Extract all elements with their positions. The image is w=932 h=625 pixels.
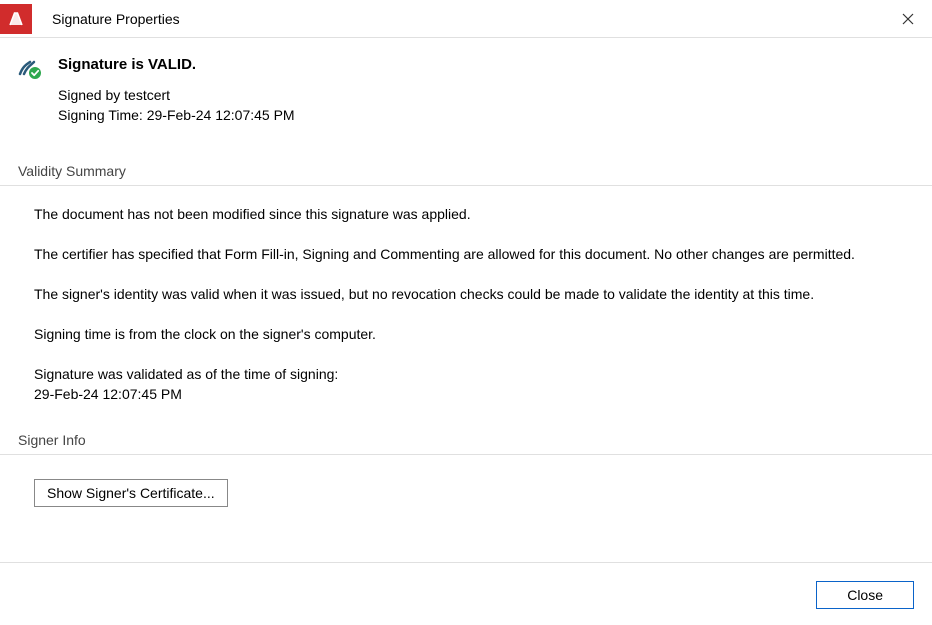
validity-validated-time: 29-Feb-24 12:07:45 PM xyxy=(34,384,914,404)
validity-certifier-text: The certifier has specified that Form Fi… xyxy=(34,244,914,264)
titlebar: Signature Properties xyxy=(0,0,932,38)
status-heading: Signature is VALID. xyxy=(58,56,295,73)
close-button[interactable]: Close xyxy=(816,581,914,609)
signed-by-text: Signed by testcert xyxy=(58,85,295,105)
close-icon[interactable] xyxy=(888,0,928,38)
window-title: Signature Properties xyxy=(52,11,888,27)
app-icon xyxy=(0,4,32,34)
show-certificate-button[interactable]: Show Signer's Certificate... xyxy=(34,479,228,507)
validity-modification-text: The document has not been modified since… xyxy=(34,204,914,224)
validity-validated-label: Signature was validated as of the time o… xyxy=(34,364,914,384)
signer-info-body: Show Signer's Certificate... xyxy=(0,455,932,507)
validity-summary-header: Validity Summary xyxy=(0,163,932,186)
status-row: Signature is VALID. Signed by testcert S… xyxy=(0,38,932,125)
status-text-block: Signature is VALID. Signed by testcert S… xyxy=(58,56,295,125)
validity-clock-text: Signing time is from the clock on the si… xyxy=(34,324,914,344)
signing-time-text: Signing Time: 29-Feb-24 12:07:45 PM xyxy=(58,105,295,125)
signature-valid-icon xyxy=(18,56,42,80)
validity-identity-text: The signer's identity was valid when it … xyxy=(34,284,914,304)
validity-summary-body: The document has not been modified since… xyxy=(0,186,932,404)
signer-info-header: Signer Info xyxy=(0,432,932,455)
dialog-footer: Close xyxy=(0,562,932,625)
